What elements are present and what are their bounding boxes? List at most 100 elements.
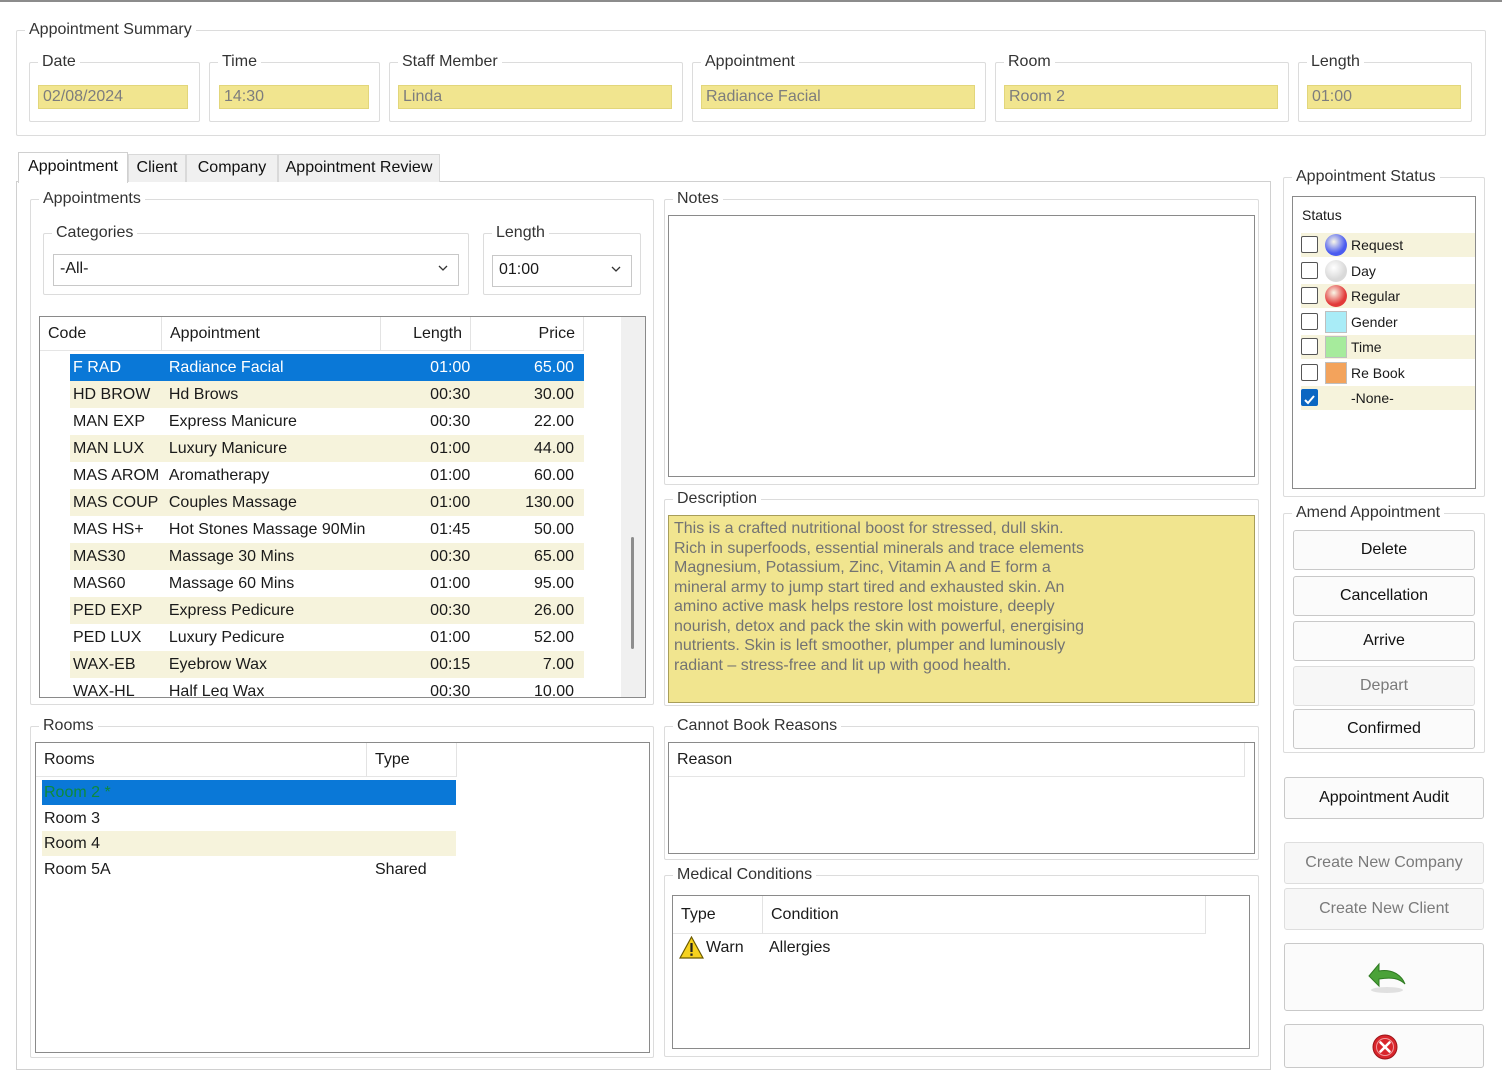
status-item[interactable]: Day [1301,259,1475,283]
appointment-label: Appointment [705,53,795,70]
row-appointment: Eyebrow Wax [168,656,267,673]
notes-legend: Notes [677,190,719,207]
tab-appointment[interactable]: Appointment [18,152,128,183]
create-new-client-button[interactable]: Create New Client [1284,888,1484,930]
checkmark-icon [1304,395,1315,405]
row-price: 65.00 [533,359,574,376]
length-field[interactable]: 01:00 [1307,85,1461,109]
appointment-audit-button[interactable]: Appointment Audit [1284,777,1484,819]
status-item[interactable]: Request [1301,233,1475,257]
row-code: MAS AROM [73,467,160,484]
row-code: MAS60 [73,575,126,592]
row-type [373,831,453,856]
status-checkbox[interactable] [1301,287,1318,304]
table-row[interactable]: MAS60 Massage 60 Mins 01:00 95.00 [70,570,584,597]
tab-company[interactable]: Company [186,154,278,182]
row-length: 01:00 [430,359,471,376]
length-dropdown-value: 01:00 [499,261,540,278]
status-color-swatch [1325,336,1347,358]
table-row[interactable]: HD BROW Hd Brows 00:30 30.00 [70,381,584,408]
table-row[interactable]: WAX-EB Eyebrow Wax 00:15 7.00 [70,651,584,678]
table-row[interactable]: MAN LUX Luxury Manicure 01:00 44.00 [70,435,584,462]
table-row[interactable]: Room 5A Shared [42,857,456,882]
row-appointment: Half Leg Wax [168,683,265,698]
table-row[interactable]: PED LUX Luxury Pedicure 01:00 52.00 [70,624,584,651]
row-price: 65.00 [533,548,574,565]
warning-icon [679,936,704,959]
categories-dropdown[interactable]: -All- [53,254,459,286]
row-length: 01:00 [430,440,471,457]
row-price: 44.00 [533,440,574,457]
appointments-scrollbar-thumb[interactable] [631,537,634,649]
row-length: 00:30 [430,602,471,619]
medical-conditions-legend: Medical Conditions [677,866,813,883]
rooms-grid-header: Rooms Type [36,743,457,777]
confirmed-button[interactable]: Confirmed [1293,709,1475,749]
row-appointment: Express Manicure [168,413,297,430]
time-field[interactable]: 14:30 [219,85,369,109]
row-type: Shared [375,860,427,878]
create-new-company-button[interactable]: Create New Company [1284,842,1484,884]
status-checkbox[interactable] [1301,363,1318,381]
close-button[interactable] [1284,1024,1484,1068]
column-header-rooms[interactable]: Rooms [36,743,367,777]
table-row[interactable]: MAS AROM Aromatherapy 01:00 60.00 [70,462,584,489]
table-row[interactable]: Room 3 [42,806,456,831]
column-header-appointment[interactable]: Appointment [162,317,381,351]
arrive-button[interactable]: Arrive [1293,621,1475,661]
table-row[interactable]: Room 4 [42,831,456,856]
appointments-scrollbar[interactable] [621,317,645,697]
status-checkbox[interactable] [1301,261,1318,279]
column-header-code[interactable]: Code [40,317,162,351]
length-dropdown[interactable]: 01:00 [492,255,632,287]
status-color-swatch [1325,259,1347,282]
room-field[interactable]: Room 2 [1004,85,1278,109]
rooms-legend: Rooms [43,717,94,734]
table-row[interactable]: MAS HS+ Hot Stones Massage 90Min 01:45 50.0… [70,516,584,543]
table-row[interactable]: MAS30 Massage 30 Mins 00:30 65.00 [70,543,584,570]
status-item[interactable]: Time [1301,335,1475,359]
status-checkbox[interactable] [1301,338,1318,355]
appointment-field[interactable]: Radiance Facial [701,85,975,109]
depart-button[interactable]: Depart [1293,666,1475,706]
table-row[interactable]: MAN EXP Express Manicure 00:30 22.00 [70,408,584,435]
table-row[interactable]: F RAD Radiance Facial 01:00 65.00 [70,354,584,381]
status-label: -None- [1351,390,1394,406]
row-price: 95.00 [533,575,574,592]
undo-button[interactable] [1284,943,1484,1011]
tab-client[interactable]: Client [128,154,186,182]
column-header-price[interactable]: Price [471,317,584,351]
status-checkbox[interactable] [1301,236,1318,253]
row-price: 52.00 [533,629,574,646]
status-item[interactable]: -None- [1301,386,1475,410]
row-appointment: Hd Brows [168,386,239,403]
status-checkbox[interactable] [1301,389,1318,406]
row-appointment: Massage 60 Mins [168,575,295,592]
table-row[interactable]: WAX-HL Half Leg Wax 00:30 10.00 [70,678,584,698]
status-checkbox[interactable] [1301,312,1318,330]
column-header-condition[interactable]: Condition [763,896,1206,934]
table-row[interactable]: PED EXP Express Pedicure 00:30 26.00 [70,597,584,624]
notes-textarea[interactable] [668,215,1255,477]
delete-button[interactable]: Delete [1293,530,1475,570]
appointment-status-legend: Appointment Status [1296,168,1436,185]
status-item[interactable]: Re Book [1301,361,1475,385]
cancellation-button[interactable]: Cancellation [1293,576,1475,616]
staff-field[interactable]: Linda [398,85,672,109]
date-field[interactable]: 02/08/2024 [38,85,188,109]
row-code: WAX-EB [73,656,136,673]
status-list: Status Request Day Regular Gender Time Re Boo… [1292,196,1476,489]
status-item[interactable]: Gender [1301,310,1475,334]
column-header-length[interactable]: Length [381,317,471,351]
column-header-medical-type[interactable]: Type [673,896,763,934]
column-header-type[interactable]: Type [367,743,457,777]
row-price: 7.00 [542,656,574,673]
table-row[interactable]: MAS COUP Couples Massage 01:00 130.00 [70,489,584,516]
status-item[interactable]: Regular [1301,284,1475,308]
column-header-reason[interactable]: Reason [669,743,1245,777]
row-type [373,780,453,805]
row-appointment: Express Pedicure [168,602,295,619]
table-row[interactable]: Room 2 * [42,780,456,805]
tab-appointment-review[interactable]: Appointment Review [278,154,440,182]
medical-row[interactable]: Warn Allergies [679,934,1239,962]
